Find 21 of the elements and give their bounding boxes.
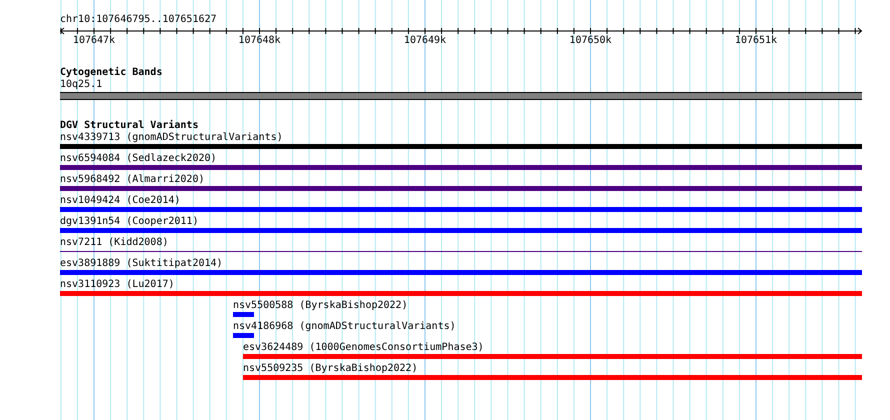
feature-label: nsv7211 (Kidd2008) xyxy=(60,237,168,249)
feature-label: esv3624489 (1000GenomesConsortiumPhase3) xyxy=(243,342,484,354)
tick-label: 107647k xyxy=(72,35,116,47)
track-title: Cytogenetic Bands xyxy=(60,67,164,79)
feature-label: nsv5500588 (ByrskaBishop2022) xyxy=(233,300,408,312)
feature-label: nsv1049424 (Coe2014) xyxy=(60,195,180,207)
tick-label: 107650k xyxy=(569,35,612,47)
feature-label: nsv5509235 (ByrskaBishop2022) xyxy=(243,363,418,375)
track-title: DGV Structural Variants xyxy=(60,120,200,132)
feature-label: dgv1391n54 (Cooper2011) xyxy=(60,216,198,228)
feature-label: nsv5968492 (Almarri2020) xyxy=(60,174,204,186)
tick-label: 107651k xyxy=(734,35,778,47)
feature-label: nsv4339713 (gnomADStructuralVariants) xyxy=(60,132,283,144)
feature-label: esv3891889 (Suktitipat2014) xyxy=(60,258,223,270)
tick-label: 107648k xyxy=(238,35,281,47)
feature-label: nsv4186968 (gnomADStructuralVariants) xyxy=(233,321,456,333)
feature-label: nsv3110923 (Lu2017) xyxy=(60,279,174,291)
tick-label: 107649k xyxy=(404,35,446,47)
feature-label: nsv6594084 (Sedlazeck2020) xyxy=(60,153,217,165)
band-label: 10q25.1 xyxy=(60,79,104,91)
region-label: chr10:107646795..107651627 xyxy=(60,14,218,26)
